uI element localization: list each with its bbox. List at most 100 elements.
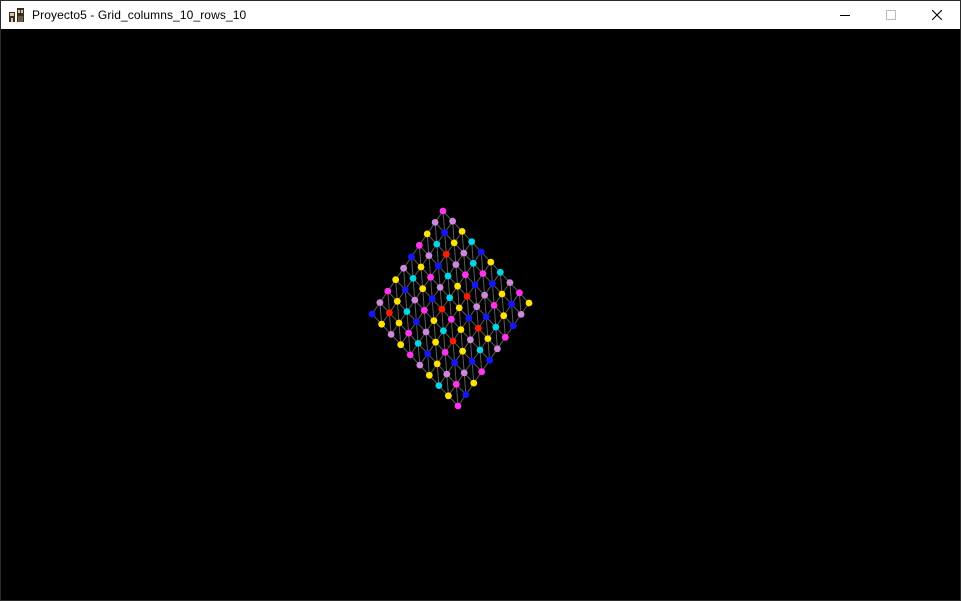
grid-node xyxy=(422,328,430,336)
grid-node xyxy=(427,273,434,281)
grid-node xyxy=(428,295,436,303)
grid-node xyxy=(449,217,456,225)
grid-node xyxy=(489,280,496,288)
grid-node xyxy=(378,320,385,328)
grid-node xyxy=(368,310,376,318)
grid-node xyxy=(406,351,414,359)
close-icon xyxy=(932,10,942,20)
grid-node xyxy=(460,249,468,257)
window-controls xyxy=(822,1,960,29)
grid-node xyxy=(425,252,433,259)
grid-node xyxy=(455,304,463,312)
grid-node xyxy=(444,272,452,280)
grid-lines xyxy=(371,210,530,407)
grid-node xyxy=(454,282,461,290)
render-canvas[interactable] xyxy=(1,29,960,600)
grid-scene xyxy=(368,207,533,410)
grid-node xyxy=(479,270,487,277)
grid-node xyxy=(459,347,466,355)
grid-node xyxy=(452,261,460,268)
grid-node xyxy=(500,312,508,320)
grid-node xyxy=(501,333,509,341)
grid-node xyxy=(393,297,401,305)
grid-node xyxy=(432,338,439,346)
maximize-icon xyxy=(886,10,896,20)
close-button[interactable] xyxy=(914,1,960,29)
grid-node xyxy=(423,230,431,238)
grid-node xyxy=(478,368,486,376)
grid-node xyxy=(460,369,468,377)
grid-node xyxy=(387,331,395,338)
grid-node xyxy=(392,276,400,284)
grid-node xyxy=(435,262,442,270)
grid-node xyxy=(458,228,466,235)
grid-node xyxy=(430,317,438,324)
grid-node xyxy=(450,239,458,247)
grid-node xyxy=(484,335,492,342)
grid-node xyxy=(395,319,403,327)
grid-node xyxy=(467,336,474,344)
grid-node xyxy=(442,250,450,258)
grid-node xyxy=(447,315,455,323)
grid-node xyxy=(517,311,525,318)
grid-node xyxy=(397,341,405,349)
grid-node xyxy=(417,263,425,271)
window-title: Proyecto5 - Grid_columns_10_rows_10 xyxy=(32,8,247,22)
grid-node xyxy=(438,305,446,313)
grid-node xyxy=(449,337,457,345)
grid-node xyxy=(445,392,452,400)
grid-node xyxy=(408,253,415,261)
grid-node xyxy=(441,229,449,237)
app-icon xyxy=(8,6,26,24)
grid-node xyxy=(419,285,427,293)
grid-node xyxy=(476,346,484,354)
grid-node xyxy=(413,318,420,326)
grid-node xyxy=(471,281,479,289)
grid-node xyxy=(451,359,459,367)
grid-node xyxy=(506,279,514,286)
grid-node xyxy=(509,322,517,330)
grid-node xyxy=(433,240,441,248)
grid-node xyxy=(463,293,471,300)
grid-node xyxy=(409,275,417,282)
grid-node xyxy=(482,313,490,321)
grid-node xyxy=(494,345,501,353)
grid-node xyxy=(440,327,447,335)
grid-node xyxy=(508,300,515,308)
app-window: Proyecto5 - Grid_columns_10_rows_10 xyxy=(0,0,961,601)
grid-node xyxy=(400,264,407,272)
grid-node xyxy=(415,241,423,249)
grid-node xyxy=(468,238,476,246)
grid-node xyxy=(441,349,449,356)
grid-node xyxy=(401,286,409,294)
grid-node xyxy=(462,271,469,279)
grid-node xyxy=(462,391,470,398)
grid-node xyxy=(376,299,384,306)
grid-node xyxy=(386,309,393,317)
grid-node xyxy=(384,287,392,295)
minimize-icon xyxy=(840,15,850,16)
grid-node xyxy=(454,402,462,410)
grid-node xyxy=(525,299,533,307)
grid-node xyxy=(457,326,465,333)
grid-node xyxy=(439,207,447,215)
grid-node xyxy=(487,258,495,266)
grid-node xyxy=(477,248,485,256)
grid-node xyxy=(486,356,493,364)
title-bar[interactable]: Proyecto5 - Grid_columns_10_rows_10 xyxy=(1,1,960,29)
grid-node xyxy=(470,379,478,387)
grid-node xyxy=(414,340,422,347)
grid-node xyxy=(431,219,439,226)
minimize-button[interactable] xyxy=(822,1,868,29)
grid-node xyxy=(490,302,498,309)
grid-node xyxy=(403,308,411,315)
grid-node xyxy=(465,314,473,322)
grid-node xyxy=(474,324,482,332)
grid-node xyxy=(496,268,504,276)
grid-node xyxy=(435,382,443,389)
grid-node xyxy=(468,358,476,365)
grid-node xyxy=(473,303,481,311)
grid-node xyxy=(516,289,523,297)
grid-node xyxy=(436,284,444,291)
maximize-button[interactable] xyxy=(868,1,914,29)
